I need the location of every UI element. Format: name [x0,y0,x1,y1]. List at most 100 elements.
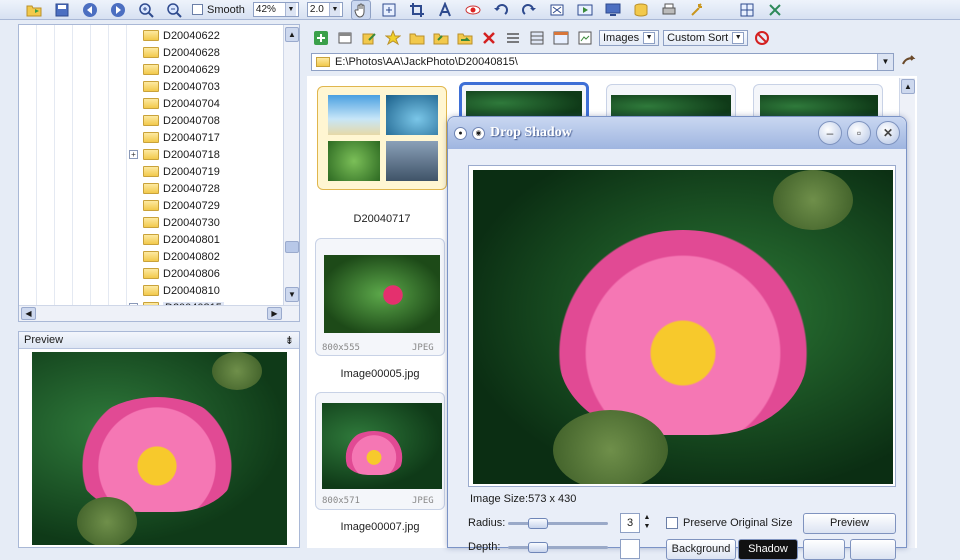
favorite-star-icon[interactable] [383,28,403,48]
ratio-select[interactable]: 2.0 ▼ [306,2,343,17]
tree-item[interactable]: D20040622 [143,27,220,44]
ok-button[interactable] [803,539,845,560]
radius-value[interactable]: 3 [620,513,640,533]
move-to-icon[interactable] [455,28,475,48]
cancel-button[interactable] [850,539,896,560]
scroll-thumb[interactable] [285,241,299,253]
address-bar[interactable]: E:\Photos\AA\JackPhoto\D20040815\ ▼ [311,53,894,71]
tree-item[interactable]: D20040717 [143,129,220,146]
tree-item[interactable]: D20040810 [143,282,220,299]
zoom-out-icon[interactable] [164,0,184,20]
folder-icon[interactable] [407,28,427,48]
system-menu-icon[interactable]: ● [454,126,467,140]
shadow-button[interactable]: Shadow [738,539,798,560]
filmstrip-icon[interactable] [575,28,595,48]
tree-item[interactable]: D20040730 [143,214,220,231]
edit-icon[interactable] [359,28,379,48]
go-icon[interactable] [898,52,918,72]
radius-slider-track[interactable] [508,522,608,525]
radius-spinner[interactable]: ▲ ▼ [641,513,653,533]
no-filter-icon[interactable] [752,28,772,48]
tile-icon[interactable] [737,0,757,20]
chevron-down-icon[interactable]: ▼ [284,3,296,16]
smooth-checkbox-box[interactable] [192,4,203,15]
delete-icon[interactable] [479,28,499,48]
folder-preview-1 [328,95,380,135]
lotus-pod [773,170,853,230]
effects-icon[interactable] [687,0,707,20]
preserve-size-checkbox[interactable] [666,517,678,529]
radius-slider[interactable] [528,518,548,529]
tree-item-label: D20040802 [163,250,220,263]
folder-preview-3 [328,141,380,181]
scroll-right-icon[interactable]: ▶ [267,307,282,320]
red-eye-icon[interactable] [463,0,483,20]
previous-icon[interactable] [80,0,100,20]
tree-item[interactable]: D20040719 [143,163,220,180]
smooth-checkbox[interactable]: Smooth [192,4,245,16]
crop-icon[interactable] [407,0,427,20]
rotate-right-icon[interactable] [519,0,539,20]
dialog-titlebar[interactable]: ● ◉ Drop Shadow – ▫ ✕ [448,117,906,149]
fullscreen-icon[interactable] [547,0,567,20]
text-icon[interactable] [435,0,455,20]
tree-item[interactable]: D20040801 [143,231,220,248]
monitor-icon[interactable] [603,0,623,20]
zoom-select[interactable]: 42% ▼ [252,2,299,17]
image-thumbnail[interactable]: 800x555 JPEG [315,238,445,356]
tree-item[interactable]: D20040728 [143,180,220,197]
scroll-up-icon[interactable]: ▲ [285,27,299,42]
folder-thumbnail[interactable] [317,86,447,190]
chevron-down-icon[interactable]: ▼ [877,54,893,70]
hand-pan-icon[interactable] [350,0,371,20]
slideshow-icon[interactable] [575,0,595,20]
next-icon[interactable] [108,0,128,20]
view-filter-select[interactable]: Images ▼ [599,30,660,46]
save-icon[interactable] [52,0,72,20]
chevron-down-icon[interactable]: ▼ [328,3,340,16]
window-icon[interactable] [335,28,355,48]
tree-item[interactable]: D20040806 [143,265,220,282]
pin-icon[interactable]: ⇟ [285,334,294,347]
tree-guides [19,25,134,305]
tree-item[interactable]: D20040704 [143,95,220,112]
details-view-icon[interactable] [527,28,547,48]
depth-value[interactable] [620,539,640,559]
sort-select[interactable]: Custom Sort ▼ [663,30,749,46]
list-view-icon[interactable] [503,28,523,48]
tree-item[interactable]: D20040629 [143,61,220,78]
open-folder-icon[interactable] [24,0,44,20]
tree-item[interactable]: D20040718 [143,146,220,163]
tree-item[interactable]: D20040708 [143,112,220,129]
maximize-icon[interactable]: ▫ [847,121,871,145]
tree-horizontal-scrollbar[interactable]: ◀ ▶ [19,305,299,321]
expand-icon[interactable]: + [129,150,138,159]
zoom-in-icon[interactable] [136,0,156,20]
image-thumbnail[interactable]: 800x571 JPEG [315,392,445,510]
pin-icon[interactable]: ◉ [472,126,485,140]
scroll-down-icon[interactable]: ▼ [285,287,299,302]
tree-item[interactable]: D20040703 [143,78,220,95]
rotate-left-icon[interactable] [491,0,511,20]
background-button[interactable]: Background [666,539,736,560]
copy-to-icon[interactable] [431,28,451,48]
tree-vertical-scrollbar[interactable]: ▲ ▼ [283,25,299,305]
exit-icon[interactable] [765,0,785,20]
scroll-left-icon[interactable]: ◀ [21,307,36,320]
add-icon[interactable] [311,28,331,48]
database-icon[interactable] [631,0,651,20]
folder-icon [143,98,159,109]
chevron-down-icon[interactable]: ▼ [643,32,656,44]
tree-item[interactable]: D20040628 [143,44,220,61]
close-icon[interactable]: ✕ [876,121,900,145]
fit-icon[interactable] [379,0,399,20]
tree-item[interactable]: D20040802 [143,248,220,265]
thumbnail-view-icon[interactable] [551,28,571,48]
print-icon[interactable] [659,0,679,20]
image-size-label: Image Size:573 x 430 [470,493,577,505]
preview-button[interactable]: Preview [803,513,896,534]
tree-item[interactable]: D20040729 [143,197,220,214]
scroll-up-icon[interactable]: ▲ [901,79,915,94]
chevron-down-icon[interactable]: ▼ [732,32,745,44]
minimize-icon[interactable]: – [818,121,842,145]
